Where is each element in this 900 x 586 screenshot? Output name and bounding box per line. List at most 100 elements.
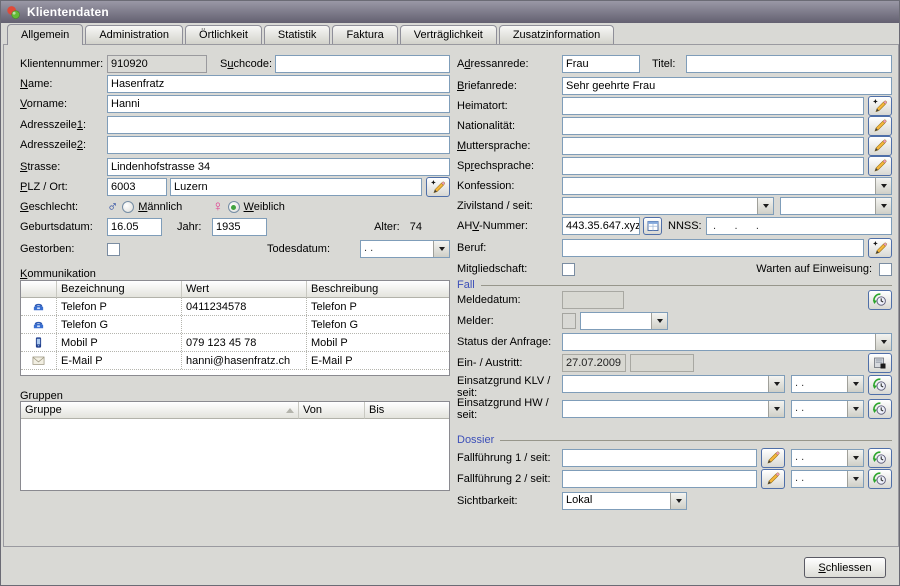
adresszeile2-input[interactable]	[107, 136, 450, 154]
row-status-der-anfrage: Status der Anfrage:	[457, 333, 892, 351]
titel-input[interactable]	[686, 55, 892, 73]
kommunikation-row-telefon-p[interactable]: Telefon P 0411234578 Telefon P	[21, 298, 449, 316]
chevron-down-icon[interactable]	[875, 334, 891, 350]
fallfuehrung-1-input[interactable]	[562, 449, 757, 467]
tab-allgemein[interactable]: Allgemein	[7, 24, 83, 45]
ein-austritt-button[interactable]	[868, 353, 892, 373]
chevron-down-icon[interactable]	[847, 471, 863, 487]
nnss-input[interactable]: . . .	[706, 217, 892, 235]
row-sichtbarkeit: Sichtbarkeit: Lokal	[457, 492, 892, 510]
einsatzgrund-hw-seit-combo[interactable]: . .	[791, 400, 864, 418]
alter-value: 74	[410, 221, 422, 233]
ahv-lookup-button[interactable]	[643, 217, 662, 235]
chevron-down-icon[interactable]	[875, 198, 891, 214]
chevron-down-icon[interactable]	[875, 178, 891, 194]
tab-oertlichkeit[interactable]: Örtlichkeit	[185, 25, 262, 44]
ahv-nummer-input[interactable]: 443.35.647.xyz	[562, 217, 640, 235]
sichtbarkeit-combo[interactable]: Lokal	[562, 492, 687, 510]
column-header-icon[interactable]	[21, 281, 57, 298]
vorname-label: Vorname:	[20, 98, 107, 110]
strasse-input[interactable]: Lindenhofstrasse 34	[107, 158, 450, 176]
sprechsprache-edit-button[interactable]	[868, 156, 892, 176]
fallfuehrung-2-edit-button[interactable]	[761, 469, 785, 489]
chevron-down-icon[interactable]	[670, 493, 686, 509]
tab-label: Örtlichkeit	[199, 29, 248, 41]
muttersprache-edit-button[interactable]	[868, 136, 892, 156]
vorname-input[interactable]: Hanni	[107, 95, 450, 113]
adresszeile1-input[interactable]	[107, 116, 450, 134]
ort-input[interactable]: Luzern	[170, 178, 422, 196]
tab-statistik[interactable]: Statistik	[264, 25, 331, 44]
gruppen-header: Gruppe Von Bis	[21, 402, 449, 419]
status-der-anfrage-combo[interactable]	[562, 333, 892, 351]
column-header-beschreibung[interactable]: Beschreibung	[307, 281, 449, 298]
chevron-down-icon[interactable]	[768, 376, 784, 392]
kommunikation-row-mobil-p[interactable]: Mobil P 079 123 45 78 Mobil P	[21, 334, 449, 352]
beruf-lookup-button[interactable]	[868, 238, 892, 258]
radio-maennlich[interactable]	[122, 201, 134, 213]
nationalitaet-input[interactable]	[562, 117, 864, 135]
einsatzgrund-klv-seit-combo[interactable]: . .	[791, 375, 864, 393]
suchcode-input[interactable]	[275, 55, 450, 73]
fallfuehrung-1-history-button[interactable]	[868, 448, 892, 468]
sprechsprache-input[interactable]	[562, 157, 864, 175]
schliessen-button[interactable]: Schliessen	[804, 557, 886, 578]
plz-input[interactable]: 6003	[107, 178, 167, 196]
tab-zusatzinformation[interactable]: Zusatzinformation	[499, 25, 614, 44]
geburtsdatum-input[interactable]: 16.05	[107, 218, 162, 236]
name-input[interactable]: Hasenfratz	[107, 75, 450, 93]
todesdatum-combo[interactable]: . .	[360, 240, 450, 258]
tab-faktura[interactable]: Faktura	[332, 25, 397, 44]
fallfuehrung-1-edit-button[interactable]	[761, 448, 785, 468]
column-header-von[interactable]: Von	[299, 402, 365, 419]
cell-beschreibung: Telefon G	[311, 319, 358, 331]
gestorben-checkbox[interactable]	[107, 243, 120, 256]
melder-detail-button[interactable]	[562, 313, 576, 329]
fallfuehrung-2-history-button[interactable]	[868, 469, 892, 489]
pencil-icon	[765, 450, 781, 466]
chevron-down-icon[interactable]	[847, 450, 863, 466]
column-header-bezeichnung[interactable]: Bezeichnung	[57, 281, 182, 298]
chevron-down-icon[interactable]	[847, 376, 863, 392]
einsatzgrund-hw-history-button[interactable]	[868, 399, 892, 419]
ort-lookup-button[interactable]	[426, 177, 450, 197]
kommunikation-row-email-p[interactable]: E-Mail P hanni@hasenfratz.ch E-Mail P	[21, 352, 449, 370]
einsatzgrund-klv-seit-value: . .	[792, 376, 847, 392]
muttersprache-input[interactable]	[562, 137, 864, 155]
chevron-down-icon[interactable]	[433, 241, 449, 257]
kommunikation-row-telefon-g[interactable]: Telefon G Telefon G	[21, 316, 449, 334]
chevron-down-icon[interactable]	[757, 198, 773, 214]
melder-combo[interactable]	[580, 312, 668, 330]
column-header-bis[interactable]: Bis	[365, 402, 449, 419]
meldedatum-history-button[interactable]	[868, 290, 892, 310]
cell-beschreibung: E-Mail P	[311, 355, 353, 367]
heimatort-input[interactable]	[562, 97, 864, 115]
chevron-down-icon[interactable]	[651, 313, 667, 329]
einsatzgrund-hw-combo[interactable]	[562, 400, 785, 418]
zivilstand-seit-combo[interactable]	[780, 197, 892, 215]
fallfuehrung-2-input[interactable]	[562, 470, 757, 488]
tab-administration[interactable]: Administration	[85, 25, 183, 44]
zivilstand-combo[interactable]	[562, 197, 774, 215]
tab-vertraeglichkeit[interactable]: Verträglichkeit	[400, 25, 497, 44]
einsatzgrund-klv-combo[interactable]	[562, 375, 785, 393]
heimatort-lookup-button[interactable]	[868, 96, 892, 116]
nationalitaet-edit-button[interactable]	[868, 116, 892, 136]
beruf-input[interactable]	[562, 239, 864, 257]
adressanrede-input[interactable]: Frau	[562, 55, 640, 73]
warten-auf-einweisung-checkbox[interactable]	[879, 263, 892, 276]
briefanrede-input[interactable]: Sehr geehrte Frau	[562, 77, 892, 95]
column-header-wert[interactable]: Wert	[182, 281, 307, 298]
chevron-down-icon[interactable]	[768, 401, 784, 417]
fallfuehrung-1-seit-combo[interactable]: . .	[791, 449, 864, 467]
konfession-combo[interactable]	[562, 177, 892, 195]
einsatzgrund-klv-history-button[interactable]	[868, 375, 892, 395]
suchcode-label: Suchcode:	[220, 58, 275, 70]
chevron-down-icon[interactable]	[847, 401, 863, 417]
jahr-input[interactable]: 1935	[212, 218, 267, 236]
fallfuehrung-2-seit-combo[interactable]: . .	[791, 470, 864, 488]
row-ein-austritt: Ein- / Austritt: 27.07.2009	[457, 354, 892, 372]
radio-weiblich[interactable]	[228, 201, 240, 213]
column-header-gruppe[interactable]: Gruppe	[21, 402, 299, 419]
mitgliedschaft-checkbox[interactable]	[562, 263, 575, 276]
